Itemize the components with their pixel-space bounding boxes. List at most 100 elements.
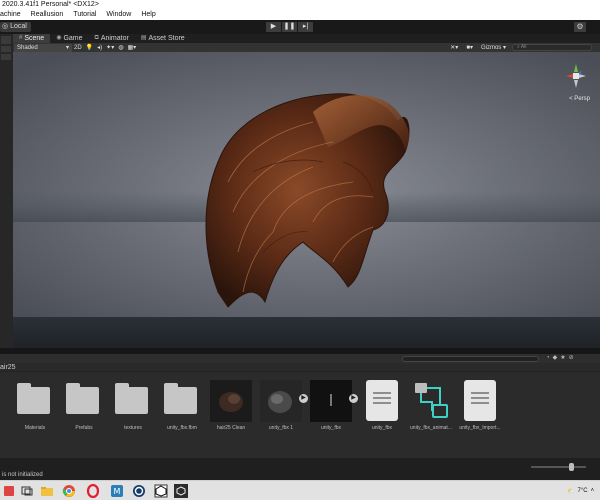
document-icon: [361, 380, 403, 422]
chevron-down-icon: ▾: [65, 44, 69, 51]
lightbulb-icon: 💡: [85, 44, 94, 51]
speaker-icon: ◂): [97, 44, 103, 51]
task-view-icon[interactable]: [20, 484, 34, 498]
scene-tab-bar: # Scene ◉ Game ⧉ Animator ▤ Asset Store: [13, 34, 600, 43]
folder-icon: [161, 380, 203, 422]
animator-controller-icon: [410, 380, 452, 422]
scene-search-input[interactable]: ⌕ All: [512, 44, 592, 51]
effects-icon: ✦▾: [106, 44, 115, 51]
audio-toggle[interactable]: ◂): [95, 44, 104, 52]
temperature-label[interactable]: 7°C: [577, 488, 587, 494]
hidden-objects-toggle[interactable]: ◍: [116, 44, 125, 52]
breadcrumb[interactable]: air25: [0, 363, 16, 372]
gizmos-dropdown[interactable]: Gizmos ▾: [479, 44, 508, 52]
unity-editor-icon[interactable]: [174, 484, 188, 498]
project-panel: ◔ ◆ ★ ⊘ air25 Materials Prefabs textures…: [0, 354, 600, 458]
lighting-toggle[interactable]: 💡: [84, 44, 95, 52]
step-icon: ▸|: [302, 23, 309, 30]
grid-toggle[interactable]: ▦▾: [125, 44, 138, 52]
tab-animator-label: Animator: [100, 35, 129, 42]
gear-icon: ⚙: [576, 22, 584, 31]
model-thumbnail: [260, 380, 302, 422]
explorer-icon[interactable]: [40, 484, 54, 498]
folder-icon: [112, 380, 154, 422]
label-icon[interactable]: ◆: [553, 354, 558, 363]
hierarchy-item-stub[interactable]: [1, 54, 11, 60]
shading-mode-dropdown[interactable]: Shaded ▾: [14, 43, 72, 52]
hidden-packages-icon[interactable]: ⊘: [569, 354, 574, 363]
project-breadcrumb-row: air25: [0, 363, 600, 372]
main-toolbar: ◎ Local ▶ ❚❚ ▸| ⚙: [0, 20, 600, 34]
tab-asset-store[interactable]: ▤ Asset Store: [135, 34, 191, 43]
filter-type-icon[interactable]: ◔: [546, 354, 550, 363]
expand-arrow-icon[interactable]: ▶: [299, 394, 308, 403]
perspective-label[interactable]: < Persp: [569, 96, 590, 102]
folder-icon: [14, 380, 56, 422]
menu-item-machine[interactable]: achine: [0, 10, 21, 20]
chevron-up-icon[interactable]: ˄: [591, 488, 595, 494]
expand-arrow-icon[interactable]: ▶: [349, 394, 358, 403]
scene-search-placeholder: All: [520, 44, 527, 50]
tools-icon[interactable]: ✕▾: [448, 44, 460, 52]
menu-item-reallusion[interactable]: Reallusion: [31, 10, 64, 20]
tab-game[interactable]: ◉ Game: [50, 34, 88, 43]
toggle-2d-button[interactable]: 2D: [72, 44, 84, 52]
tab-asset-store-label: Asset Store: [148, 35, 185, 42]
tab-animator[interactable]: ⧉ Animator: [89, 34, 135, 43]
pivot-rotation-toggle[interactable]: ◎ Local: [0, 22, 31, 32]
camera-icon[interactable]: ■▾: [464, 44, 475, 52]
gizmos-label: Gizmos: [480, 44, 502, 51]
cinema4d-icon[interactable]: [132, 484, 146, 498]
model-thumbnail: [310, 380, 352, 422]
tab-scene[interactable]: # Scene: [13, 34, 51, 43]
icon-size-slider[interactable]: [531, 466, 586, 468]
pause-button[interactable]: ❚❚: [282, 22, 297, 32]
document-icon: [459, 380, 501, 422]
star-icon[interactable]: ★: [560, 354, 565, 363]
gamepad-icon: ◉: [56, 35, 62, 41]
svg-text:M: M: [114, 487, 121, 496]
hierarchy-tab-stub[interactable]: [1, 36, 11, 44]
window-title: 2020.3.41f1 Personal* <DX12>: [0, 0, 600, 10]
project-toolbar: ◔ ◆ ★ ⊘: [0, 354, 600, 363]
pause-icon: ❚❚: [283, 23, 296, 30]
tab-game-label: Game: [63, 35, 83, 42]
scene-toolbar-right: ✕▾ ■▾ Gizmos ▾ ⌕ All: [448, 43, 592, 52]
animator-icon: ⧉: [94, 35, 99, 41]
system-tray: ⛅ 7°C ˄: [567, 481, 594, 500]
scene-view-toolbar: Shaded ▾ 2D 💡 ◂) ✦▾ ◍ ▦▾ ✕▾ ■▾ Gizmos ▾ …: [13, 43, 600, 52]
play-button[interactable]: ▶: [266, 22, 281, 32]
status-message[interactable]: is not initialized: [2, 472, 43, 479]
opera-icon[interactable]: [86, 484, 100, 498]
menu-item-tutorial[interactable]: Tutorial: [73, 10, 96, 20]
menu-bar: achine Reallusion Tutorial Window Help: [0, 10, 600, 20]
step-button[interactable]: ▸|: [298, 22, 313, 32]
eye-icon: ◍: [118, 44, 124, 51]
windows-taskbar: M ⛅ 7°C ˄: [0, 480, 600, 500]
tab-scene-label: Scene: [24, 35, 45, 42]
menu-item-help[interactable]: Help: [141, 10, 155, 20]
hierarchy-collapsed-strip: [0, 34, 13, 348]
hair-model[interactable]: [13, 52, 600, 348]
settings-button[interactable]: ⚙: [574, 22, 586, 32]
scene-viewport[interactable]: < Persp: [13, 52, 600, 348]
hierarchy-add-button[interactable]: [1, 46, 11, 52]
project-toolbar-icons: ◔ ◆ ★ ⊘: [546, 354, 574, 363]
icon-size-slider-handle[interactable]: [568, 463, 574, 471]
play-icon: ▶: [270, 23, 277, 30]
app-icon[interactable]: [2, 484, 16, 498]
chrome-icon[interactable]: [62, 484, 76, 498]
local-icon: ◎: [2, 23, 9, 30]
local-label: Local: [10, 23, 27, 30]
effects-dropdown[interactable]: ✦▾: [104, 44, 116, 52]
project-search-input[interactable]: [402, 356, 539, 362]
grid-icon: ▦▾: [127, 44, 137, 51]
store-icon: ▤: [140, 35, 147, 41]
weather-icon[interactable]: ⛅: [567, 488, 574, 495]
folder-icon: [63, 380, 105, 422]
hash-icon: #: [19, 35, 23, 41]
unity-editor-window: 2020.3.41f1 Personal* <DX12> achine Real…: [0, 0, 600, 500]
media-icon[interactable]: M: [110, 484, 124, 498]
menu-item-window[interactable]: Window: [106, 10, 131, 20]
unity-icon[interactable]: [154, 484, 168, 498]
